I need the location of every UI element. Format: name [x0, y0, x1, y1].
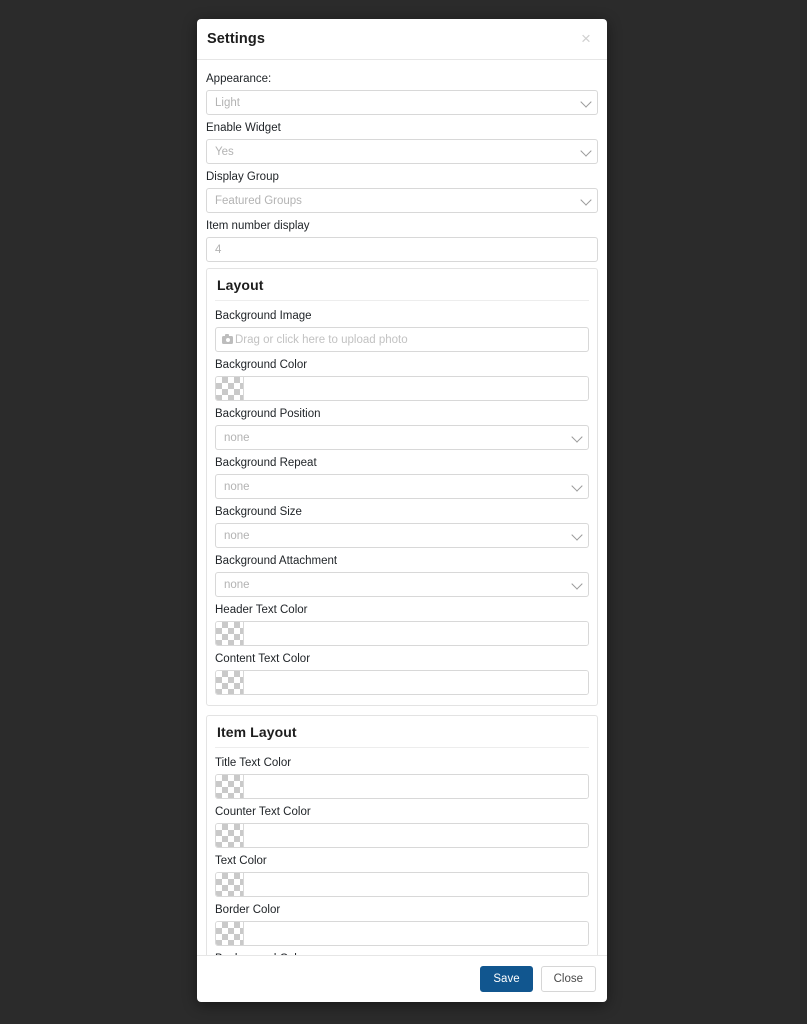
background-attachment-select[interactable]: none [215, 572, 589, 597]
field-label: Header Text Color [215, 604, 308, 616]
color-value-input[interactable] [244, 873, 588, 896]
field-label: Text Color [215, 855, 267, 867]
appearance-select[interactable]: Light [206, 90, 598, 115]
select-value: none [224, 431, 250, 444]
field-content-text-color: Content Text Color [215, 652, 589, 695]
background-position-select[interactable]: none [215, 425, 589, 450]
field-label: Content Text Color [215, 653, 311, 665]
select-value: Featured Groups [215, 194, 302, 207]
modal-footer: Save Close [197, 955, 607, 1002]
field-label: Appearance: [206, 73, 272, 85]
color-value-input[interactable] [244, 922, 588, 945]
item-layout-section-title: Item Layout [215, 723, 589, 748]
select-value: none [224, 578, 250, 591]
close-icon[interactable]: × [576, 29, 596, 49]
field-enable-widget: Enable Widget Yes [206, 121, 598, 164]
field-display-group: Display Group Featured Groups [206, 170, 598, 213]
field-background-position: Background Position none [215, 407, 589, 450]
settings-form: Appearance: Light Enable Widget Yes Disp… [197, 60, 607, 955]
color-value-input[interactable] [244, 671, 588, 694]
color-value-input[interactable] [244, 775, 588, 798]
field-label: Title Text Color [215, 757, 292, 769]
chevron-down-icon [580, 144, 592, 157]
color-swatch[interactable] [216, 775, 244, 798]
field-title-text-color: Title Text Color [215, 756, 589, 799]
field-header-text-color: Header Text Color [215, 603, 589, 646]
select-value: none [224, 480, 250, 493]
color-value-input[interactable] [244, 824, 588, 847]
field-item-number-display: Item number display 4 [206, 219, 598, 262]
chevron-down-icon [571, 430, 583, 443]
title-text-color-picker[interactable] [215, 774, 589, 799]
field-label: Background Image [215, 310, 312, 322]
settings-modal: Settings × Appearance: Light Enable Widg… [197, 19, 607, 1002]
color-swatch[interactable] [216, 622, 244, 645]
field-label: Background Color [215, 359, 308, 371]
field-label: Background Repeat [215, 457, 317, 469]
content-text-color-picker[interactable] [215, 670, 589, 695]
chevron-down-icon [571, 528, 583, 541]
field-background-size: Background Size none [215, 505, 589, 548]
field-label: Display Group [206, 171, 279, 183]
field-label: Background Size [215, 506, 302, 518]
color-swatch[interactable] [216, 922, 244, 945]
save-button[interactable]: Save [480, 966, 533, 992]
close-button[interactable]: Close [540, 966, 596, 992]
field-background-attachment: Background Attachment none [215, 554, 589, 597]
enable-widget-select[interactable]: Yes [206, 139, 598, 164]
item-number-display-input[interactable]: 4 [206, 237, 598, 262]
layout-section-title: Layout [215, 276, 589, 301]
field-border-color: Border Color [215, 903, 589, 946]
background-repeat-select[interactable]: none [215, 474, 589, 499]
select-value: none [224, 529, 250, 542]
layout-section: Layout Background Image Drag or click he… [206, 268, 598, 706]
field-counter-text-color: Counter Text Color [215, 805, 589, 848]
field-label: Counter Text Color [215, 806, 311, 818]
field-label: Background Attachment [215, 555, 338, 567]
color-value-input[interactable] [244, 377, 588, 400]
color-swatch[interactable] [216, 873, 244, 896]
field-label: Border Color [215, 904, 281, 916]
chevron-down-icon [580, 193, 592, 206]
border-color-picker[interactable] [215, 921, 589, 946]
field-background-color: Background Color [215, 358, 589, 401]
field-label: Background Position [215, 408, 321, 420]
header-text-color-picker[interactable] [215, 621, 589, 646]
chevron-down-icon [571, 479, 583, 492]
chevron-down-icon [571, 577, 583, 590]
display-group-select[interactable]: Featured Groups [206, 188, 598, 213]
background-image-upload[interactable]: Drag or click here to upload photo [215, 327, 589, 352]
input-value: 4 [215, 243, 222, 256]
color-swatch[interactable] [216, 377, 244, 400]
chevron-down-icon [580, 95, 592, 108]
field-label: Enable Widget [206, 122, 281, 134]
background-color-picker[interactable] [215, 376, 589, 401]
field-label: Item number display [206, 220, 310, 232]
select-value: Light [215, 96, 240, 109]
item-layout-section: Item Layout Title Text Color Counter Tex… [206, 715, 598, 955]
camera-icon [222, 333, 233, 344]
text-color-picker[interactable] [215, 872, 589, 897]
upload-hint: Drag or click here to upload photo [235, 333, 408, 346]
counter-text-color-picker[interactable] [215, 823, 589, 848]
background-size-select[interactable]: none [215, 523, 589, 548]
color-value-input[interactable] [244, 622, 588, 645]
color-swatch[interactable] [216, 671, 244, 694]
modal-header: Settings × [197, 19, 607, 60]
color-swatch[interactable] [216, 824, 244, 847]
field-background-repeat: Background Repeat none [215, 456, 589, 499]
select-value: Yes [215, 145, 234, 158]
page-title: Settings [207, 31, 265, 47]
field-background-image: Background Image Drag or click here to u… [215, 309, 589, 352]
field-appearance: Appearance: Light [206, 72, 598, 115]
field-text-color: Text Color [215, 854, 589, 897]
